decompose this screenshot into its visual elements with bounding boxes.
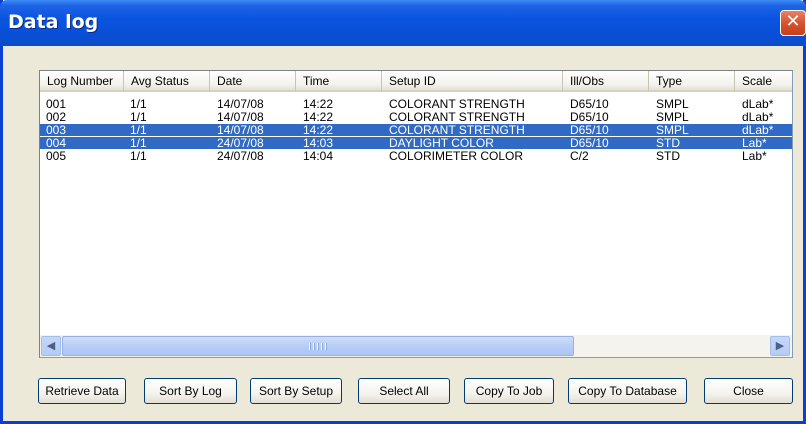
- grip-icon: [309, 343, 327, 350]
- cell-avg-status: 1/1: [130, 149, 147, 163]
- column-header-time[interactable]: Time: [296, 71, 382, 92]
- data-log-list[interactable]: Log Number Avg Status Date Time Setup ID…: [39, 70, 793, 358]
- table-row[interactable]: 005 1/1 24/07/08 14:04 COLORIMETER COLOR…: [40, 150, 792, 162]
- cell-log-number: 002: [46, 110, 67, 124]
- column-header-setup-id[interactable]: Setup ID: [382, 71, 563, 92]
- column-header-ill-obs[interactable]: Ill/Obs: [563, 71, 649, 92]
- cell-date: 14/07/08: [217, 97, 264, 111]
- cell-setup-id: COLORANT STRENGTH: [389, 123, 525, 137]
- cell-type: STD: [656, 136, 680, 150]
- column-header-scale[interactable]: Scale: [735, 71, 792, 92]
- cell-setup-id: COLORIMETER COLOR: [389, 149, 524, 163]
- cell-avg-status: 1/1: [130, 136, 147, 150]
- copy-to-job-button[interactable]: Copy To Job: [464, 378, 554, 404]
- cell-scale: dLab*: [742, 110, 774, 124]
- chevron-left-icon: ◀: [46, 339, 56, 352]
- cell-scale: Lab*: [742, 149, 767, 163]
- cell-log-number: 004: [46, 136, 67, 150]
- scrollbar-thumb[interactable]: [62, 336, 574, 356]
- cell-setup-id: COLORANT STRENGTH: [389, 110, 525, 124]
- table-row[interactable]: 003 1/1 14/07/08 14:22 COLORANT STRENGTH…: [40, 124, 792, 136]
- cell-log-number: 001: [46, 97, 67, 111]
- retrieve-data-button[interactable]: Retrieve Data: [38, 378, 126, 404]
- window-close-button[interactable]: ✕: [780, 10, 806, 36]
- cell-avg-status: 1/1: [130, 97, 147, 111]
- table-row[interactable]: 001 1/1 14/07/08 14:22 COLORANT STRENGTH…: [40, 98, 792, 110]
- cell-type: SMPL: [656, 123, 689, 137]
- chevron-right-icon: ▶: [775, 339, 785, 352]
- scroll-right-button[interactable]: ▶: [770, 336, 790, 356]
- cell-ill-obs: D65/10: [570, 136, 609, 150]
- scroll-left-button[interactable]: ◀: [41, 336, 61, 356]
- select-all-button[interactable]: Select All: [358, 378, 450, 404]
- copy-to-database-button[interactable]: Copy To Database: [568, 378, 687, 404]
- cell-ill-obs: C/2: [570, 149, 589, 163]
- table-row[interactable]: 004 1/1 24/07/08 14:03 DAYLIGHT COLOR D6…: [40, 137, 792, 149]
- window-title: Data log: [8, 11, 99, 33]
- list-header: Log Number Avg Status Date Time Setup ID…: [40, 71, 792, 93]
- cell-log-number: 005: [46, 149, 67, 163]
- cell-type: SMPL: [656, 97, 689, 111]
- cell-scale: Lab*: [742, 136, 767, 150]
- cell-type: SMPL: [656, 110, 689, 124]
- cell-time: 14:22: [303, 97, 334, 111]
- cell-ill-obs: D65/10: [570, 123, 609, 137]
- column-header-type[interactable]: Type: [649, 71, 735, 92]
- column-header-avg-status[interactable]: Avg Status: [124, 71, 210, 92]
- column-header-date[interactable]: Date: [210, 71, 296, 92]
- cell-type: STD: [656, 149, 680, 163]
- cell-date: 14/07/08: [217, 123, 264, 137]
- cell-avg-status: 1/1: [130, 123, 147, 137]
- column-header-log-number[interactable]: Log Number: [40, 71, 124, 92]
- cell-avg-status: 1/1: [130, 110, 147, 124]
- cell-date: 24/07/08: [217, 149, 264, 163]
- cell-time: 14:03: [303, 136, 334, 150]
- close-button[interactable]: Close: [704, 378, 793, 404]
- sort-by-log-button[interactable]: Sort By Log: [144, 378, 237, 404]
- cell-log-number: 003: [46, 123, 67, 137]
- cell-time: 14:22: [303, 123, 334, 137]
- cell-ill-obs: D65/10: [570, 97, 609, 111]
- cell-date: 14/07/08: [217, 110, 264, 124]
- cell-setup-id: DAYLIGHT COLOR: [389, 136, 494, 150]
- cell-scale: dLab*: [742, 123, 774, 137]
- data-log-window: Data log ✕ Log Number Avg Status Date Ti…: [0, 0, 806, 424]
- cell-ill-obs: D65/10: [570, 110, 609, 124]
- cell-date: 24/07/08: [217, 136, 264, 150]
- cell-scale: dLab*: [742, 97, 774, 111]
- cell-time: 14:22: [303, 110, 334, 124]
- table-row[interactable]: 002 1/1 14/07/08 14:22 COLORANT STRENGTH…: [40, 111, 792, 123]
- horizontal-scrollbar[interactable]: ◀ ▶: [40, 335, 792, 357]
- cell-setup-id: COLORANT STRENGTH: [389, 97, 525, 111]
- close-icon: ✕: [785, 11, 801, 32]
- title-bar[interactable]: Data log ✕: [0, 0, 806, 46]
- sort-by-setup-button[interactable]: Sort By Setup: [250, 378, 342, 404]
- cell-time: 14:04: [303, 149, 334, 163]
